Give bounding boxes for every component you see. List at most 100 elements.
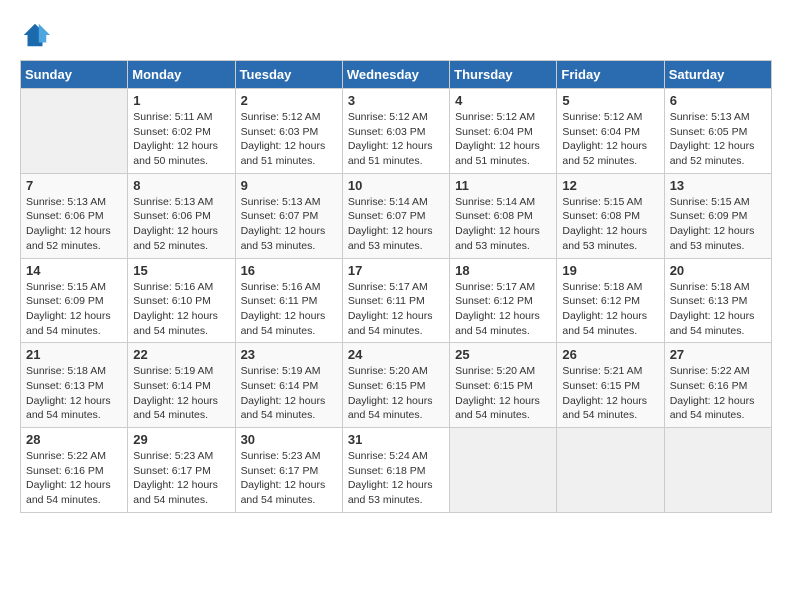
day-number: 23 xyxy=(241,347,337,362)
day-info: Sunrise: 5:18 AMSunset: 6:13 PMDaylight:… xyxy=(26,365,111,421)
day-cell: 6 Sunrise: 5:13 AMSunset: 6:05 PMDayligh… xyxy=(664,89,771,174)
day-info: Sunrise: 5:17 AMSunset: 6:12 PMDaylight:… xyxy=(455,281,540,337)
day-number: 17 xyxy=(348,263,444,278)
day-number: 24 xyxy=(348,347,444,362)
week-row-2: 7 Sunrise: 5:13 AMSunset: 6:06 PMDayligh… xyxy=(21,173,772,258)
day-cell: 4 Sunrise: 5:12 AMSunset: 6:04 PMDayligh… xyxy=(450,89,557,174)
day-number: 6 xyxy=(670,93,766,108)
day-cell: 18 Sunrise: 5:17 AMSunset: 6:12 PMDaylig… xyxy=(450,258,557,343)
day-info: Sunrise: 5:12 AMSunset: 6:04 PMDaylight:… xyxy=(562,111,647,167)
logo-icon xyxy=(20,20,50,50)
calendar-header: SundayMondayTuesdayWednesdayThursdayFrid… xyxy=(21,61,772,89)
day-number: 27 xyxy=(670,347,766,362)
day-cell: 19 Sunrise: 5:18 AMSunset: 6:12 PMDaylig… xyxy=(557,258,664,343)
day-number: 8 xyxy=(133,178,229,193)
day-cell: 24 Sunrise: 5:20 AMSunset: 6:15 PMDaylig… xyxy=(342,343,449,428)
day-cell: 20 Sunrise: 5:18 AMSunset: 6:13 PMDaylig… xyxy=(664,258,771,343)
day-info: Sunrise: 5:14 AMSunset: 6:08 PMDaylight:… xyxy=(455,196,540,252)
day-cell: 16 Sunrise: 5:16 AMSunset: 6:11 PMDaylig… xyxy=(235,258,342,343)
column-header-friday: Friday xyxy=(557,61,664,89)
day-number: 21 xyxy=(26,347,122,362)
column-header-monday: Monday xyxy=(128,61,235,89)
week-row-5: 28 Sunrise: 5:22 AMSunset: 6:16 PMDaylig… xyxy=(21,428,772,513)
day-info: Sunrise: 5:18 AMSunset: 6:13 PMDaylight:… xyxy=(670,281,755,337)
day-info: Sunrise: 5:22 AMSunset: 6:16 PMDaylight:… xyxy=(26,450,111,506)
day-info: Sunrise: 5:20 AMSunset: 6:15 PMDaylight:… xyxy=(348,365,433,421)
day-cell: 27 Sunrise: 5:22 AMSunset: 6:16 PMDaylig… xyxy=(664,343,771,428)
day-cell xyxy=(557,428,664,513)
day-cell: 31 Sunrise: 5:24 AMSunset: 6:18 PMDaylig… xyxy=(342,428,449,513)
day-cell: 8 Sunrise: 5:13 AMSunset: 6:06 PMDayligh… xyxy=(128,173,235,258)
column-header-thursday: Thursday xyxy=(450,61,557,89)
day-cell: 22 Sunrise: 5:19 AMSunset: 6:14 PMDaylig… xyxy=(128,343,235,428)
day-info: Sunrise: 5:12 AMSunset: 6:04 PMDaylight:… xyxy=(455,111,540,167)
day-cell: 5 Sunrise: 5:12 AMSunset: 6:04 PMDayligh… xyxy=(557,89,664,174)
day-info: Sunrise: 5:12 AMSunset: 6:03 PMDaylight:… xyxy=(241,111,326,167)
day-cell: 2 Sunrise: 5:12 AMSunset: 6:03 PMDayligh… xyxy=(235,89,342,174)
day-info: Sunrise: 5:15 AMSunset: 6:09 PMDaylight:… xyxy=(26,281,111,337)
day-number: 20 xyxy=(670,263,766,278)
day-cell: 14 Sunrise: 5:15 AMSunset: 6:09 PMDaylig… xyxy=(21,258,128,343)
calendar-body: 1 Sunrise: 5:11 AMSunset: 6:02 PMDayligh… xyxy=(21,89,772,513)
day-number: 22 xyxy=(133,347,229,362)
day-cell: 17 Sunrise: 5:17 AMSunset: 6:11 PMDaylig… xyxy=(342,258,449,343)
day-info: Sunrise: 5:13 AMSunset: 6:07 PMDaylight:… xyxy=(241,196,326,252)
day-cell: 11 Sunrise: 5:14 AMSunset: 6:08 PMDaylig… xyxy=(450,173,557,258)
day-number: 11 xyxy=(455,178,551,193)
column-header-saturday: Saturday xyxy=(664,61,771,89)
day-info: Sunrise: 5:19 AMSunset: 6:14 PMDaylight:… xyxy=(241,365,326,421)
day-cell: 12 Sunrise: 5:15 AMSunset: 6:08 PMDaylig… xyxy=(557,173,664,258)
header-row: SundayMondayTuesdayWednesdayThursdayFrid… xyxy=(21,61,772,89)
day-number: 30 xyxy=(241,432,337,447)
day-number: 16 xyxy=(241,263,337,278)
day-number: 2 xyxy=(241,93,337,108)
day-info: Sunrise: 5:20 AMSunset: 6:15 PMDaylight:… xyxy=(455,365,540,421)
day-cell: 10 Sunrise: 5:14 AMSunset: 6:07 PMDaylig… xyxy=(342,173,449,258)
column-header-wednesday: Wednesday xyxy=(342,61,449,89)
day-number: 4 xyxy=(455,93,551,108)
day-cell: 26 Sunrise: 5:21 AMSunset: 6:15 PMDaylig… xyxy=(557,343,664,428)
day-info: Sunrise: 5:23 AMSunset: 6:17 PMDaylight:… xyxy=(241,450,326,506)
day-number: 28 xyxy=(26,432,122,447)
column-header-tuesday: Tuesday xyxy=(235,61,342,89)
day-cell: 7 Sunrise: 5:13 AMSunset: 6:06 PMDayligh… xyxy=(21,173,128,258)
day-number: 29 xyxy=(133,432,229,447)
day-number: 31 xyxy=(348,432,444,447)
logo xyxy=(20,20,54,50)
day-cell: 30 Sunrise: 5:23 AMSunset: 6:17 PMDaylig… xyxy=(235,428,342,513)
calendar-table: SundayMondayTuesdayWednesdayThursdayFrid… xyxy=(20,60,772,513)
day-number: 18 xyxy=(455,263,551,278)
day-number: 9 xyxy=(241,178,337,193)
week-row-4: 21 Sunrise: 5:18 AMSunset: 6:13 PMDaylig… xyxy=(21,343,772,428)
day-info: Sunrise: 5:14 AMSunset: 6:07 PMDaylight:… xyxy=(348,196,433,252)
day-number: 25 xyxy=(455,347,551,362)
day-info: Sunrise: 5:22 AMSunset: 6:16 PMDaylight:… xyxy=(670,365,755,421)
day-cell: 3 Sunrise: 5:12 AMSunset: 6:03 PMDayligh… xyxy=(342,89,449,174)
day-number: 19 xyxy=(562,263,658,278)
day-info: Sunrise: 5:17 AMSunset: 6:11 PMDaylight:… xyxy=(348,281,433,337)
day-info: Sunrise: 5:24 AMSunset: 6:18 PMDaylight:… xyxy=(348,450,433,506)
day-info: Sunrise: 5:13 AMSunset: 6:06 PMDaylight:… xyxy=(26,196,111,252)
day-cell: 28 Sunrise: 5:22 AMSunset: 6:16 PMDaylig… xyxy=(21,428,128,513)
day-number: 15 xyxy=(133,263,229,278)
day-cell: 13 Sunrise: 5:15 AMSunset: 6:09 PMDaylig… xyxy=(664,173,771,258)
day-number: 7 xyxy=(26,178,122,193)
day-cell: 29 Sunrise: 5:23 AMSunset: 6:17 PMDaylig… xyxy=(128,428,235,513)
day-number: 12 xyxy=(562,178,658,193)
page-header xyxy=(20,20,772,50)
day-cell: 15 Sunrise: 5:16 AMSunset: 6:10 PMDaylig… xyxy=(128,258,235,343)
day-info: Sunrise: 5:12 AMSunset: 6:03 PMDaylight:… xyxy=(348,111,433,167)
day-info: Sunrise: 5:18 AMSunset: 6:12 PMDaylight:… xyxy=(562,281,647,337)
day-cell: 25 Sunrise: 5:20 AMSunset: 6:15 PMDaylig… xyxy=(450,343,557,428)
day-number: 1 xyxy=(133,93,229,108)
day-info: Sunrise: 5:13 AMSunset: 6:05 PMDaylight:… xyxy=(670,111,755,167)
week-row-1: 1 Sunrise: 5:11 AMSunset: 6:02 PMDayligh… xyxy=(21,89,772,174)
column-header-sunday: Sunday xyxy=(21,61,128,89)
day-cell: 21 Sunrise: 5:18 AMSunset: 6:13 PMDaylig… xyxy=(21,343,128,428)
day-number: 26 xyxy=(562,347,658,362)
day-cell xyxy=(450,428,557,513)
day-cell xyxy=(664,428,771,513)
day-info: Sunrise: 5:21 AMSunset: 6:15 PMDaylight:… xyxy=(562,365,647,421)
day-number: 13 xyxy=(670,178,766,193)
day-info: Sunrise: 5:19 AMSunset: 6:14 PMDaylight:… xyxy=(133,365,218,421)
